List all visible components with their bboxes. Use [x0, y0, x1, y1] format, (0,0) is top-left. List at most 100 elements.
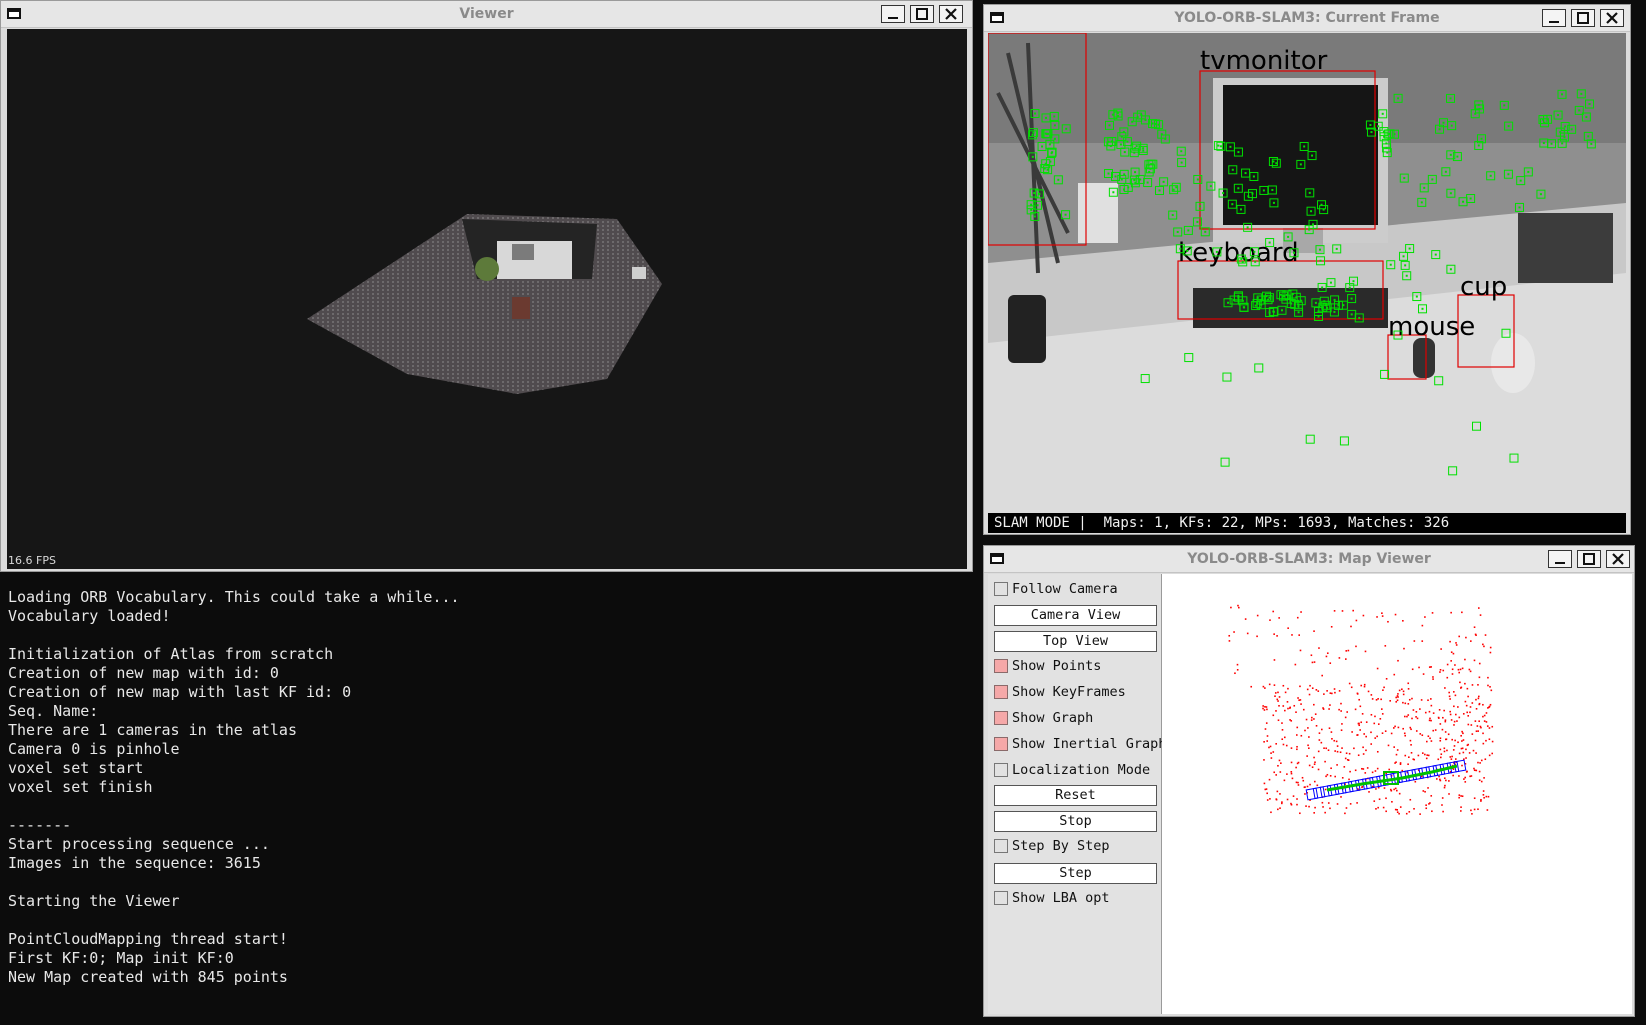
feature-point-center: [1518, 206, 1521, 209]
map-point: [1458, 716, 1461, 719]
feature-point-center: [1049, 160, 1052, 163]
map-point: [1289, 706, 1291, 709]
show-keyframes-checkbox[interactable]: Show KeyFrames: [994, 681, 1126, 703]
feature-point-center: [1312, 223, 1315, 226]
map-point: [1290, 761, 1293, 764]
map-point: [1278, 617, 1280, 619]
viewer-titlebar[interactable]: Viewer: [1, 1, 972, 28]
point-cloud-canvas[interactable]: 16.6 FPS: [7, 29, 967, 569]
show-lba-opt-checkbox[interactable]: Show LBA opt: [994, 887, 1110, 909]
map-point: [1488, 754, 1491, 757]
show-graph-checkbox[interactable]: Show Graph: [994, 707, 1093, 729]
feature-point-center: [1045, 116, 1048, 119]
map-point: [1387, 744, 1390, 747]
map-point: [1442, 810, 1444, 813]
feature-point-center: [1256, 296, 1259, 299]
map-point: [1409, 798, 1412, 801]
map-point: [1321, 728, 1323, 731]
map-point: [1285, 744, 1288, 747]
current-frame-titlebar[interactable]: YOLO-ORB-SLAM3: Current Frame: [984, 5, 1630, 32]
camera-view-button[interactable]: Camera View: [994, 605, 1157, 626]
feature-point-center: [1131, 120, 1134, 123]
close-button[interactable]: [1600, 9, 1624, 27]
feature-point-center: [1333, 310, 1336, 313]
map-point: [1311, 766, 1314, 768]
map-point: [1479, 614, 1482, 616]
map-point: [1393, 746, 1395, 748]
map-point: [1277, 700, 1279, 702]
map-point: [1276, 790, 1279, 793]
map-point: [1344, 812, 1346, 815]
map-point: [1431, 612, 1434, 614]
show-inertial-graph-checkbox[interactable]: Show Inertial Graph: [994, 733, 1166, 755]
feature-point-center: [1172, 188, 1175, 191]
step-by-step-checkbox[interactable]: Step By Step: [994, 835, 1110, 857]
feature-point-center: [1127, 186, 1130, 189]
feature-point-center: [1370, 131, 1373, 134]
map-point: [1424, 616, 1426, 618]
map-point: [1419, 708, 1421, 710]
feature-point-center: [1308, 228, 1311, 231]
maximize-button[interactable]: [1577, 550, 1601, 568]
feature-point-center: [1434, 253, 1437, 256]
map-point: [1308, 805, 1310, 808]
feature-point-center: [1303, 145, 1306, 148]
feature-point-center: [1038, 192, 1041, 195]
close-button[interactable]: [1606, 550, 1630, 568]
checkbox-box[interactable]: [994, 737, 1008, 751]
map-point: [1299, 699, 1302, 701]
feature-point-center: [1358, 316, 1361, 319]
feature-point-center: [1438, 128, 1441, 131]
map-point: [1449, 756, 1452, 758]
checkbox-box[interactable]: [994, 582, 1008, 596]
map-point: [1352, 609, 1355, 612]
map-point: [1404, 715, 1406, 718]
checkbox-box[interactable]: [994, 763, 1008, 777]
map-point: [1381, 732, 1384, 734]
map-point: [1396, 811, 1399, 813]
feature-point-center: [1065, 127, 1068, 130]
top-view-button[interactable]: Top View: [994, 631, 1157, 652]
minimize-button[interactable]: [881, 5, 905, 23]
map-viewer-window: YOLO-ORB-SLAM3: Map Viewer Follow Camera…: [983, 545, 1635, 1017]
reset-button[interactable]: Reset: [994, 785, 1157, 806]
map-3d-canvas[interactable]: [1162, 574, 1632, 1014]
checkbox-box[interactable]: [994, 891, 1008, 905]
minimize-button[interactable]: [1548, 550, 1572, 568]
map-point: [1471, 813, 1473, 815]
map-point: [1365, 721, 1368, 723]
map-point: [1453, 724, 1455, 726]
checkbox-box[interactable]: [994, 685, 1008, 699]
follow-camera-checkbox[interactable]: Follow Camera: [994, 578, 1118, 600]
map-point: [1427, 735, 1430, 738]
map-point: [1262, 705, 1264, 707]
minimize-button[interactable]: [1542, 9, 1566, 27]
checkbox-box[interactable]: [994, 659, 1008, 673]
map-point: [1256, 635, 1258, 638]
map-point: [1401, 769, 1404, 772]
feature-point: [1254, 363, 1264, 373]
localization-mode-checkbox[interactable]: Localization Mode: [994, 759, 1150, 781]
map-point: [1491, 740, 1494, 743]
close-button[interactable]: [939, 5, 963, 23]
map-point: [1326, 773, 1329, 776]
step-button[interactable]: Step: [994, 863, 1157, 884]
map-point: [1411, 668, 1414, 671]
feature-point-center: [1031, 155, 1034, 158]
feature-point-center: [1219, 145, 1222, 148]
stop-button[interactable]: Stop: [994, 811, 1157, 832]
feature-point-center: [1144, 118, 1147, 121]
maximize-button[interactable]: [910, 5, 934, 23]
map-point: [1282, 705, 1285, 707]
map-point: [1488, 727, 1491, 729]
show-points-checkbox[interactable]: Show Points: [994, 655, 1101, 677]
map-point: [1380, 708, 1383, 710]
maximize-button[interactable]: [1571, 9, 1595, 27]
feature-point-center: [1415, 295, 1418, 298]
checkbox-box[interactable]: [994, 839, 1008, 853]
map-viewer-titlebar[interactable]: YOLO-ORB-SLAM3: Map Viewer: [984, 546, 1634, 573]
map-point: [1472, 749, 1475, 752]
feature-point-center: [1477, 103, 1480, 106]
map-point: [1349, 803, 1352, 805]
checkbox-box[interactable]: [994, 711, 1008, 725]
